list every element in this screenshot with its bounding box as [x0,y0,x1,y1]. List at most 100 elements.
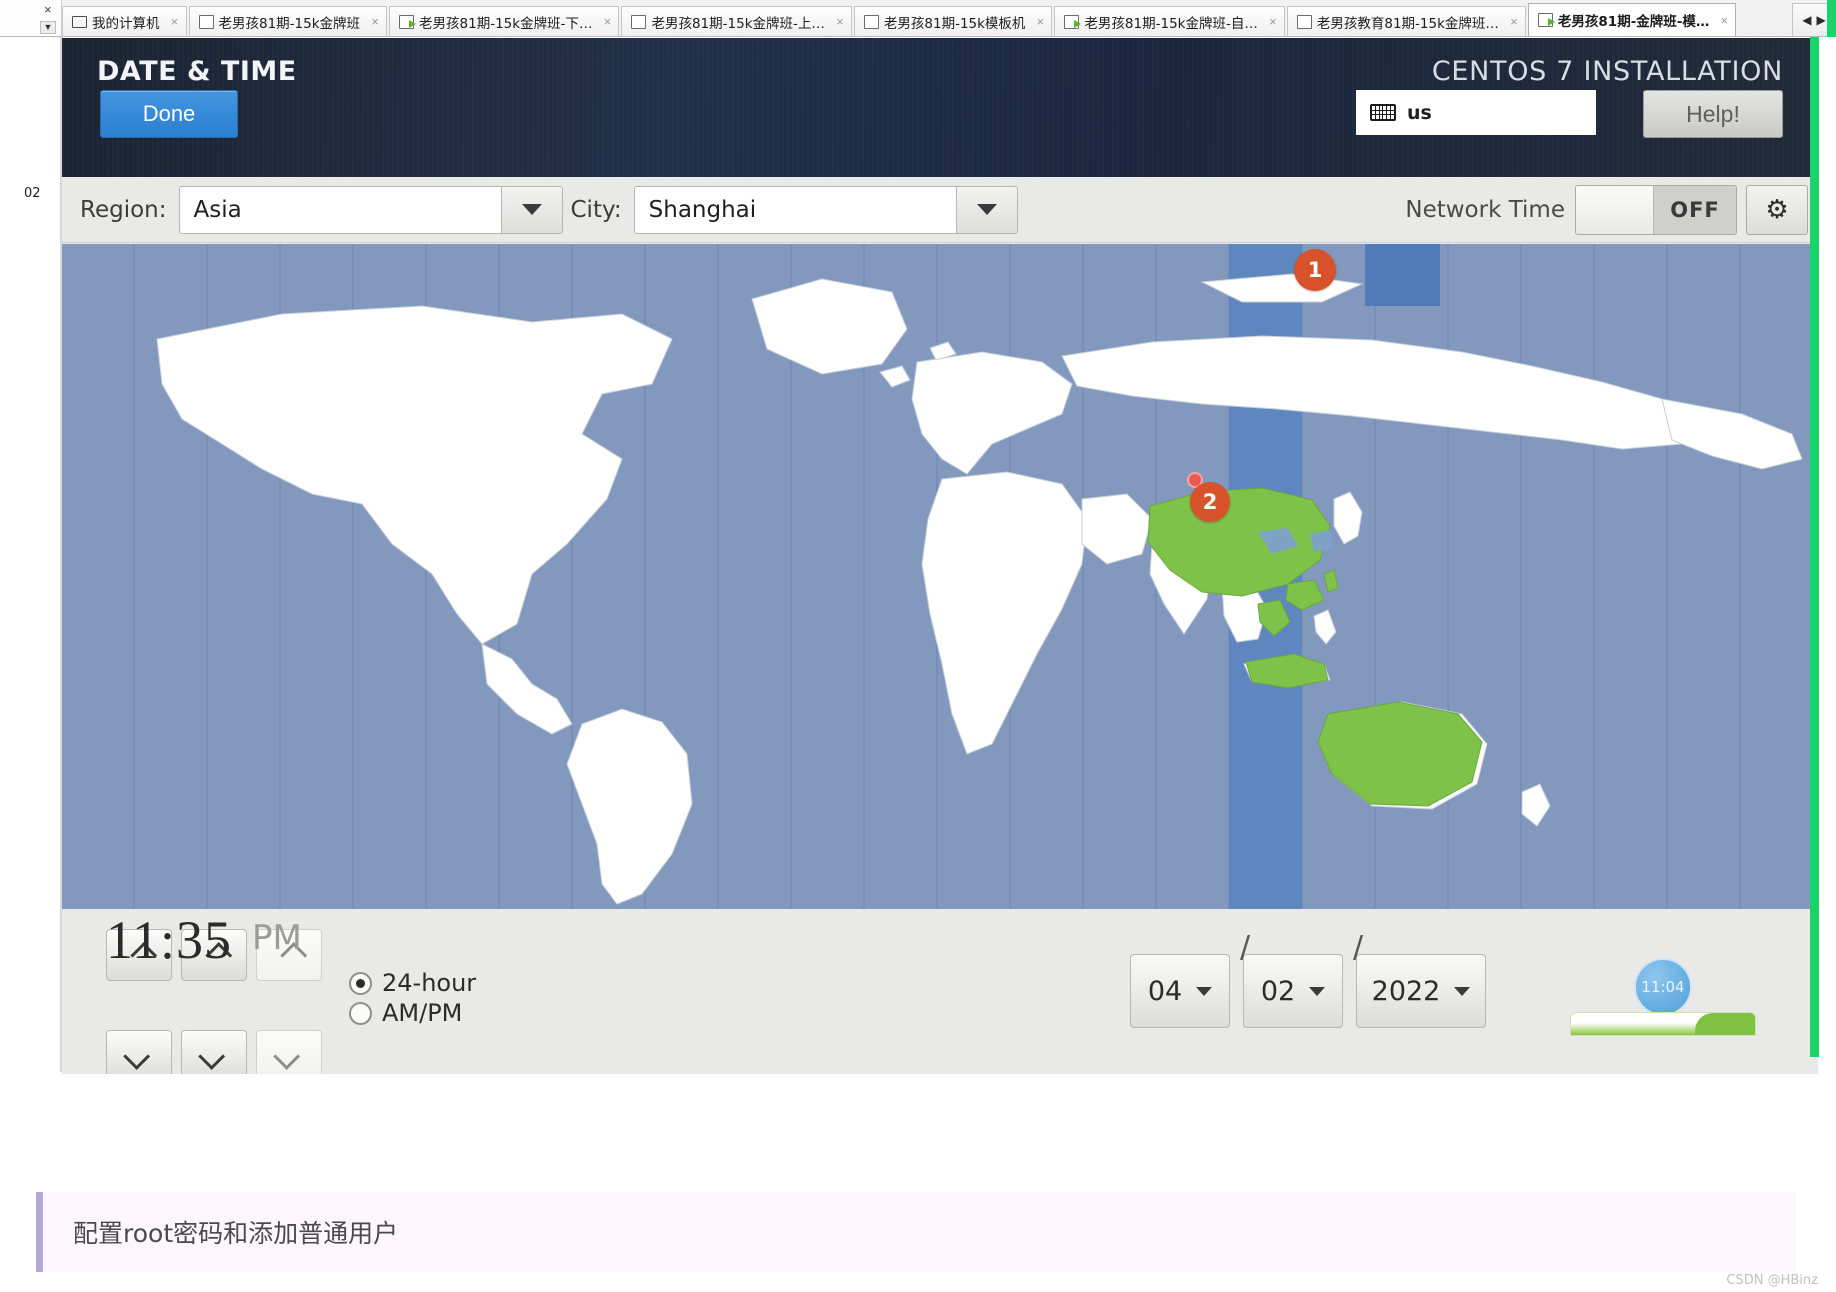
radio-ampm[interactable] [349,1001,372,1025]
network-time-state[interactable]: OFF [1654,185,1736,234]
page-title: DATE & TIME [97,56,297,87]
close-icon[interactable]: × [368,14,382,29]
browser-tab-4[interactable]: 老男孩81期-15k模板机 × [853,6,1053,36]
browser-tab-0[interactable]: 我的计算机 × [62,6,187,36]
callout-box: 配置root密码和添加普通用户 [36,1192,1796,1272]
browser-tab-6[interactable]: 老男孩教育81期-15k金牌班… × [1286,6,1526,36]
time-setting-bar: 24-hour AM/PM 04 02 2022 [62,909,1818,1074]
browser-tab-label: 我的计算机 [92,15,160,32]
close-icon[interactable]: × [168,14,182,29]
day-dropdown[interactable]: 02 [1243,954,1343,1028]
clock-meridiem: PM [252,918,302,958]
city-value[interactable]: Shanghai [633,185,956,234]
browser-tab-label: 老男孩81期-金牌班-模… [1557,14,1710,30]
browser-tab-label: 老男孩81期-15k金牌班-下… [419,15,593,32]
region-value[interactable]: Asia [178,185,501,234]
chevron-down-icon[interactable]: ▼ [40,21,56,34]
browser-tab-3[interactable]: 老男孩81期-15k金牌班-上… × [621,6,852,36]
radio-24hour[interactable] [349,971,372,995]
gear-icon[interactable]: ⚙ [1746,184,1808,235]
network-time-label: Network Time [1405,196,1565,223]
chevron-down-icon [272,1042,300,1070]
keyboard-icon [1370,104,1396,121]
browser-tab-strip: × ▼ 我的计算机 × 老男孩81期-15k金牌班 × 老男孩81期-15k金牌班-下…… [0,0,1836,37]
browser-tab-label: 老男孩教育81期-15k金牌班… [1316,15,1499,32]
month-value: 04 [1147,975,1183,1007]
city-dropdown[interactable]: Shanghai [633,185,1018,234]
network-time-toggle-knob[interactable] [1576,185,1654,234]
chevron-down-icon [976,204,997,215]
callout-marker-1: 1 [1294,249,1336,291]
browser-tab-2[interactable]: 老男孩81期-15k金牌班-下… × [389,6,620,36]
green-accent-bar-right [1810,37,1819,1057]
region-dropdown-arrow[interactable] [500,185,563,234]
chevron-down-icon [197,1042,225,1070]
year-value: 2022 [1371,975,1441,1007]
browser-tab-label: 老男孩81期-15k金牌班-上… [651,15,825,32]
date-separator-2: / [1353,930,1364,965]
radio-selected-dot [356,978,365,988]
close-icon[interactable]: × [1717,13,1731,28]
play-icon [1537,13,1555,27]
format-option-ampm[interactable]: AM/PM [349,999,462,1027]
network-time-toggle[interactable]: OFF [1575,184,1737,235]
close-icon[interactable]: × [1266,14,1280,29]
centos-installer-window: DATE & TIME Done CENTOS 7 INSTALLATION u… [62,38,1818,1074]
meridiem-decrement-button[interactable] [256,1030,322,1074]
browser-tab-label: 老男孩81期-15k模板机 [883,15,1026,32]
close-icon[interactable]: × [44,3,52,16]
chevron-down-icon [1454,986,1471,996]
clock-time: 11:35 [106,910,232,970]
world-timezone-map[interactable]: 1 2 [62,244,1818,909]
tab-strip-nav[interactable]: × ▼ [0,0,62,36]
arrow-right-icon[interactable]: ▶ [1817,13,1826,27]
green-accent-bar-top [1827,0,1836,37]
format-option-24hour[interactable]: 24-hour [349,969,476,997]
play-icon [399,14,417,29]
done-button[interactable]: Done [100,90,238,138]
close-icon[interactable]: × [833,14,847,29]
chevron-down-icon [1196,986,1213,996]
close-icon[interactable]: × [1033,14,1047,29]
format-option-24hour-label: 24-hour [382,969,477,997]
installer-header: DATE & TIME Done CENTOS 7 INSTALLATION u… [62,38,1818,177]
month-dropdown[interactable]: 04 [1130,954,1230,1028]
city-dropdown-arrow[interactable] [955,185,1018,234]
gutter-line-number: 02 [24,186,41,201]
help-button[interactable]: Help! [1643,90,1783,138]
hour-decrement-button[interactable] [106,1030,172,1074]
format-option-ampm-label: AM/PM [382,999,463,1027]
city-label: City: [570,196,622,223]
date-separator-1: / [1240,930,1251,965]
green-notification-popup[interactable] [1570,1012,1756,1036]
page-icon [631,14,647,29]
browser-tabs: 我的计算机 × 老男孩81期-15k金牌班 × 老男孩81期-15k金牌班-下… × 老男孩… [62,0,1792,36]
arrow-left-icon[interactable]: ◀ [1802,13,1811,27]
play-icon [1064,14,1082,29]
chevron-down-icon [122,1042,150,1070]
product-title: CENTOS 7 INSTALLATION [1431,56,1783,87]
region-dropdown[interactable]: Asia [178,185,563,234]
monitor-icon [72,16,87,28]
callout-marker-2: 2 [1190,482,1230,522]
region-label: Region: [80,196,167,223]
timezone-toolbar: Region: Asia City: Shanghai Network Time… [62,177,1818,243]
browser-tab-1[interactable]: 老男孩81期-15k金牌班 × [188,6,388,36]
browser-tab-5[interactable]: 老男孩81期-15k金牌班-自… × [1054,6,1285,36]
floating-clock-overlay[interactable]: 11:04 [1634,958,1692,1016]
page-icon [1296,14,1312,29]
close-icon[interactable]: × [600,14,614,29]
minute-decrement-button[interactable] [181,1030,247,1074]
browser-tab-label: 老男孩81期-15k金牌班-自… [1084,15,1258,32]
year-dropdown[interactable]: 2022 [1356,954,1486,1028]
callout-text: 配置root密码和添加普通用户 [73,1219,399,1248]
day-value: 02 [1260,975,1296,1007]
keyboard-layout-label: us [1407,101,1432,124]
chevron-down-icon [521,204,542,215]
browser-tab-label: 老男孩81期-15k金牌班 [218,15,361,32]
browser-tab-7[interactable]: 老男孩81期-金牌班-模… × [1527,3,1737,36]
keyboard-layout-indicator[interactable]: us [1356,90,1596,135]
map-svg [62,244,1818,909]
close-icon[interactable]: × [1507,14,1521,29]
chevron-down-icon [1309,986,1326,996]
